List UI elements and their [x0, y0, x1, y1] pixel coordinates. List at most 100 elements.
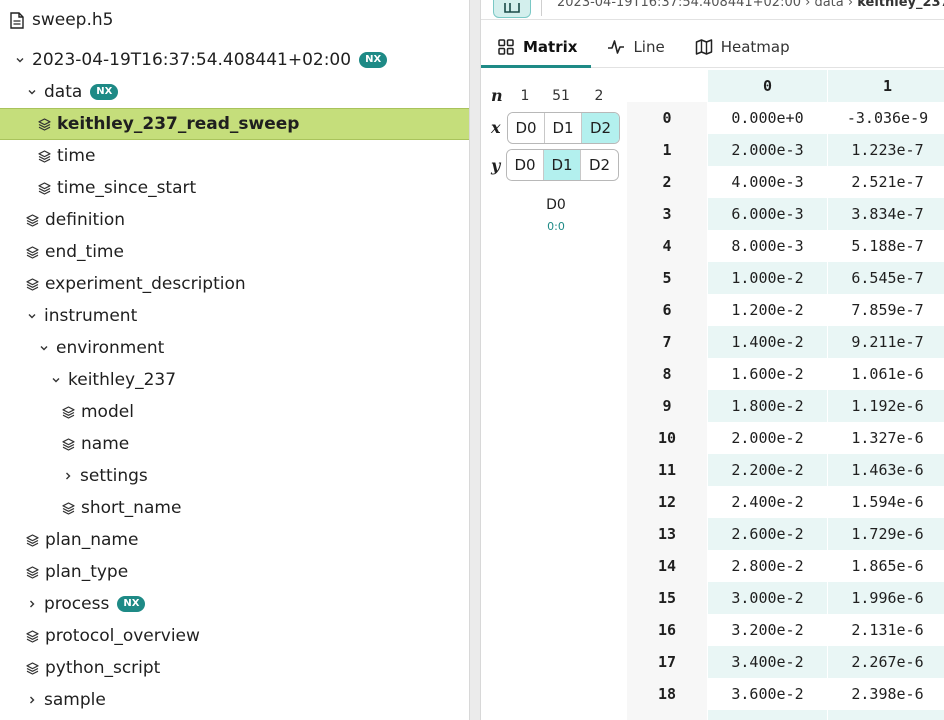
chevron-down-icon[interactable] [26, 310, 38, 322]
tab-matrix-label: Matrix [523, 37, 578, 56]
sidebar-panel-icon [504, 3, 520, 13]
tab-matrix[interactable]: Matrix [481, 26, 592, 68]
table-row: 1 2.000e-3 1.223e-7 [627, 134, 944, 166]
tab-heatmap-label: Heatmap [720, 37, 790, 56]
visualization-tabs: Matrix Line Heatmap [481, 26, 944, 68]
tree-item-environment[interactable]: environment [0, 332, 469, 364]
chevron-down-icon[interactable] [38, 342, 50, 354]
nx-badge: NX [117, 596, 146, 612]
table-row: 2 4.000e-3 2.521e-7 [627, 166, 944, 198]
matrix-cell: 7.859e-7 [827, 294, 944, 326]
tree-item-2023-04-19t16-37-54-408441-02-00[interactable]: 2023-04-19T16:37:54.408441+02:00 NX [0, 44, 469, 76]
tree-item-time[interactable]: time [0, 140, 469, 172]
matrix-cell [627, 710, 707, 720]
dataset-layers-icon [26, 565, 39, 579]
tree-item-data[interactable]: data NX [0, 76, 469, 108]
sidebar-toggle-button[interactable] [493, 0, 531, 18]
tree-item-label: end_time [45, 242, 124, 262]
tree-item-time-since-start[interactable]: time_since_start [0, 172, 469, 204]
breadcrumb-path[interactable]: 2023-04-19T16:37:54.408441+02:00 › data … [557, 0, 857, 10]
tree-item-model[interactable]: model [0, 396, 469, 428]
tab-heatmap[interactable]: Heatmap [679, 26, 804, 68]
tree-item-label: short_name [81, 498, 182, 518]
toolbar-separator [541, 0, 542, 16]
chevron-down-icon[interactable] [50, 374, 62, 386]
x-dim-button-d2[interactable]: D2 [582, 113, 619, 143]
matrix-cell: 1.800e-2 [707, 390, 827, 422]
dataset-layers-icon [26, 629, 39, 643]
matrix-cell: 3.600e-2 [707, 678, 827, 710]
x-dimension-selector: D0 D1 D2 [507, 112, 620, 144]
x-dim-button-d0[interactable]: D0 [508, 113, 545, 143]
table-row-partial [627, 710, 944, 720]
matrix-cell: 2.800e-2 [707, 550, 827, 582]
matrix-cell: 2.521e-7 [827, 166, 944, 198]
matrix-cell: 1.192e-6 [827, 390, 944, 422]
chevron-right-icon[interactable] [62, 470, 74, 482]
matrix-row-index: 3 [627, 198, 707, 230]
nx-badge: NX [359, 52, 388, 68]
tree-item-plan-name[interactable]: plan_name [0, 524, 469, 556]
matrix-cell: 1.729e-6 [827, 518, 944, 550]
matrix-cell: 2.398e-6 [827, 678, 944, 710]
table-row: 8 1.600e-2 1.061e-6 [627, 358, 944, 390]
chevron-right-icon[interactable] [26, 694, 38, 706]
matrix-cell [827, 710, 944, 720]
y-dim-button-d1[interactable]: D1 [544, 150, 581, 180]
matrix-row-index: 2 [627, 166, 707, 198]
n-axis-label: n [491, 86, 503, 105]
slicer-range[interactable]: 0:0 [536, 220, 576, 233]
tree-item-definition[interactable]: definition [0, 204, 469, 236]
tree-item-label: definition [45, 210, 126, 230]
table-row: 15 3.000e-2 1.996e-6 [627, 582, 944, 614]
table-row: 0 0.000e+0 -3.036e-9 [627, 102, 944, 134]
table-row: 17 3.400e-2 2.267e-6 [627, 646, 944, 678]
matrix-row-index: 17 [627, 646, 707, 678]
breadcrumb: 2023-04-19T16:37:54.408441+02:00 › data … [557, 0, 944, 10]
dimension-mapper: n 1 51 2 x D0 D1 D2 y D0 D1 D2 D0 0:0 [481, 80, 627, 250]
table-row: 7 1.400e-2 9.211e-7 [627, 326, 944, 358]
file-explorer-sidebar: sweep.h5 2023-04-19T16:37:54.408441+02:0… [0, 0, 469, 720]
tree-item-settings[interactable]: settings [0, 460, 469, 492]
x-dim-button-d1[interactable]: D1 [545, 113, 582, 143]
tree-item-label: model [81, 402, 134, 422]
tree-item-keithley-237[interactable]: keithley_237 [0, 364, 469, 396]
matrix-cell: 2.000e-3 [707, 134, 827, 166]
tree-item-protocol-overview[interactable]: protocol_overview [0, 620, 469, 652]
tab-line[interactable]: Line [591, 26, 678, 68]
tree-item-name[interactable]: name [0, 428, 469, 460]
chevron-right-icon[interactable] [26, 598, 38, 610]
tree-item-experiment-description[interactable]: experiment_description [0, 268, 469, 300]
tree-item-short-name[interactable]: short_name [0, 492, 469, 524]
file-header[interactable]: sweep.h5 [0, 0, 469, 40]
y-dimension-selector: D0 D1 D2 [506, 149, 619, 181]
dataset-layers-icon [62, 501, 75, 515]
tree-item-process[interactable]: process NX [0, 588, 469, 620]
panel-splitter[interactable] [469, 0, 481, 720]
table-row: 13 2.600e-2 1.729e-6 [627, 518, 944, 550]
matrix-corner-cell [627, 70, 707, 102]
tree-item-keithley-237-read-sweep[interactable]: keithley_237_read_sweep [0, 108, 469, 140]
tree-item-sample[interactable]: sample [0, 684, 469, 716]
table-row: 14 2.800e-2 1.865e-6 [627, 550, 944, 582]
dim-size-0: 1 [520, 88, 530, 104]
matrix-row-index: 0 [627, 102, 707, 134]
tree-item-end-time[interactable]: end_time [0, 236, 469, 268]
matrix-row-index: 16 [627, 614, 707, 646]
matrix-row-index: 14 [627, 550, 707, 582]
tree-item-plan-type[interactable]: plan_type [0, 556, 469, 588]
tree-item-instrument[interactable]: instrument [0, 300, 469, 332]
matrix-cell: 8.000e-3 [707, 230, 827, 262]
breadcrumb-current: keithley_237_r [857, 0, 944, 10]
dataset-layers-icon [26, 213, 39, 227]
matrix-cell: 2.400e-2 [707, 486, 827, 518]
tree-item-python-script[interactable]: python_script [0, 652, 469, 684]
matrix-row-index: 13 [627, 518, 707, 550]
y-dim-button-d2[interactable]: D2 [581, 150, 618, 180]
matrix-row-index: 9 [627, 390, 707, 422]
chevron-down-icon[interactable] [26, 86, 38, 98]
y-dim-button-d0[interactable]: D0 [507, 150, 544, 180]
chevron-down-icon[interactable] [14, 54, 26, 66]
tree-item-label: name [81, 434, 130, 454]
slicer-dimension-label: D0 [546, 197, 566, 213]
